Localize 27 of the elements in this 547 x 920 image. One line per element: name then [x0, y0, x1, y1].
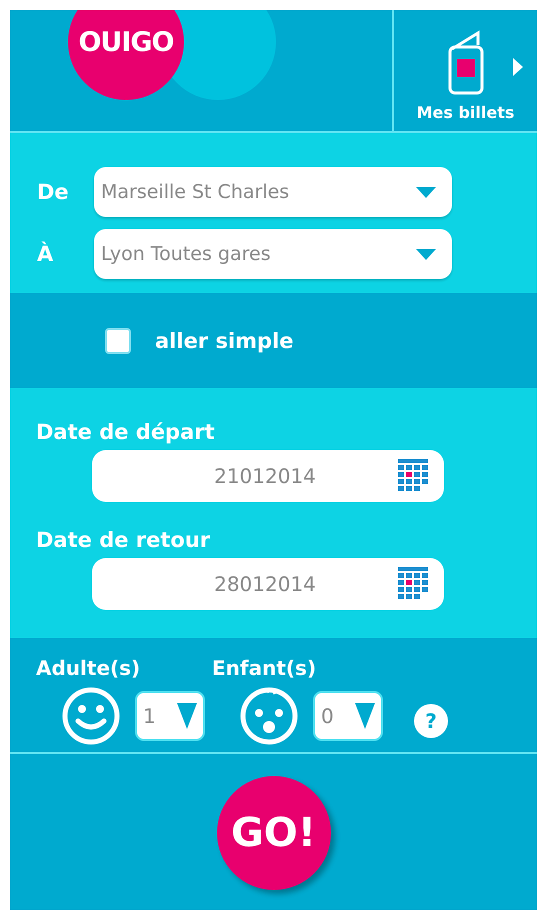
calendar-icon[interactable]: [398, 567, 428, 601]
one-way-label: aller simple: [155, 328, 294, 352]
date-label: Date de départ: [35, 420, 216, 444]
ticket-icon: [448, 29, 484, 95]
date-field[interactable]: 21012014: [92, 450, 444, 502]
calendar-icon[interactable]: [398, 459, 428, 493]
route-label: À: [36, 242, 54, 266]
caret-icon: [416, 248, 436, 260]
passenger-label: Enfant(s): [212, 656, 318, 680]
passenger-label: Adulte(s): [36, 656, 142, 680]
chevron-icon: [513, 58, 523, 76]
date-label: Date de retour: [35, 528, 212, 552]
smiley-icon: [61, 686, 121, 746]
caret-icon: [177, 703, 197, 729]
caret-icon: [416, 186, 436, 198]
station-select[interactable]: Lyon Toutes gares: [94, 229, 452, 279]
station-select[interactable]: Marseille St Charles: [94, 167, 452, 217]
date-field[interactable]: 28012014: [92, 558, 444, 610]
help-button[interactable]: ?: [414, 704, 448, 738]
baby-face-icon: [239, 686, 299, 746]
route-label: De: [36, 180, 70, 204]
passenger-count-select[interactable]: 1: [135, 691, 205, 741]
passenger-count-select[interactable]: 0: [313, 691, 383, 741]
one-way-checkbox[interactable]: [105, 328, 131, 354]
go-button[interactable]: GO!: [216, 776, 330, 890]
caret-icon: [355, 703, 375, 729]
logo: OUIGO: [68, 10, 184, 100]
